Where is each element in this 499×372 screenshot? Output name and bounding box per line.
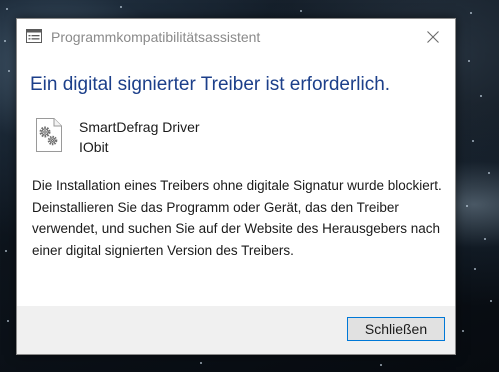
app-window-icon bbox=[26, 29, 42, 43]
close-icon bbox=[427, 31, 439, 43]
title-bar[interactable]: Programmkompatibilitätsassistent bbox=[17, 19, 455, 55]
compatibility-dialog: Programmkompatibilitätsassistent Ein dig… bbox=[16, 18, 456, 355]
dialog-footer: Schließen bbox=[17, 306, 455, 354]
dialog-heading: Ein digital signierter Treiber ist erfor… bbox=[30, 74, 391, 95]
driver-vendor: IObit bbox=[79, 139, 109, 155]
dialog-message: Die Installation eines Treibers ohne dig… bbox=[32, 178, 442, 258]
driver-name: SmartDefrag Driver bbox=[79, 119, 200, 135]
close-dialog-button[interactable]: Schließen bbox=[347, 317, 445, 341]
close-button[interactable] bbox=[411, 19, 455, 55]
window-title: Programmkompatibilitätsassistent bbox=[51, 29, 261, 45]
driver-gears-icon bbox=[36, 118, 62, 152]
